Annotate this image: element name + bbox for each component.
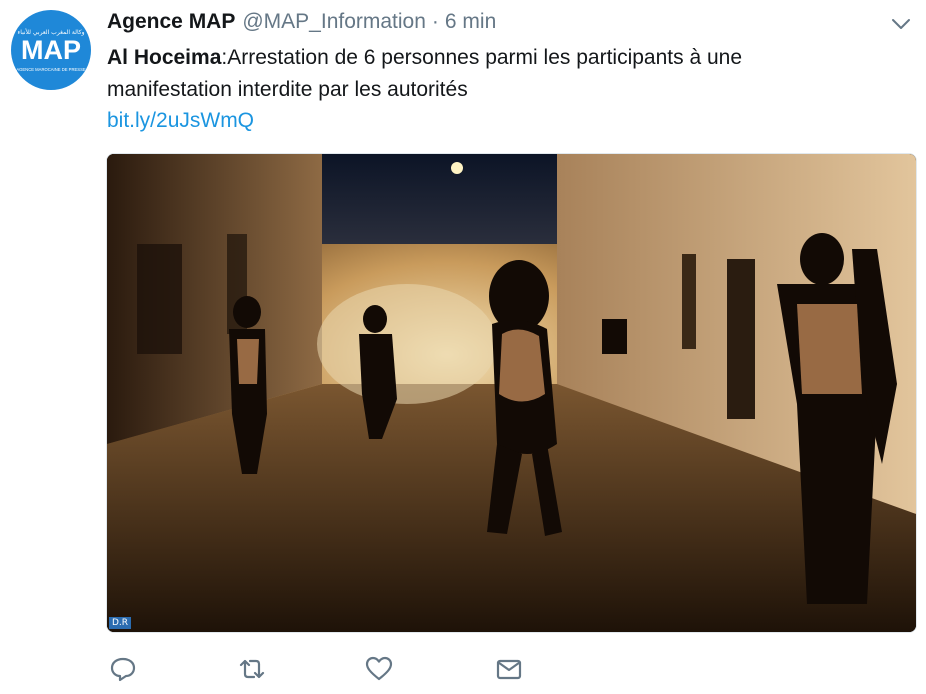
timestamp[interactable]: 6 min bbox=[445, 10, 496, 34]
reply-icon[interactable] bbox=[108, 654, 138, 684]
heart-icon[interactable] bbox=[364, 654, 394, 684]
chevron-down-icon[interactable] bbox=[890, 16, 912, 32]
tweet-place: Al Hoceima bbox=[107, 46, 222, 69]
account-handle[interactable]: @MAP_Information bbox=[242, 10, 426, 34]
media-photo[interactable]: D.R bbox=[106, 153, 917, 633]
tweet-link[interactable]: bit.ly/2uJsWmQ bbox=[107, 107, 254, 135]
photo-scene bbox=[107, 154, 916, 632]
retweet-icon[interactable] bbox=[237, 654, 267, 684]
tweet-text: Al Hoceima:Arrestation de 6 personnes pa… bbox=[107, 42, 807, 106]
avatar-subtitle: AGENCE MAROCAINE DE PRESSE bbox=[16, 67, 86, 72]
account-name[interactable]: Agence MAP bbox=[107, 10, 235, 34]
avatar-logo: MAP bbox=[21, 35, 81, 65]
action-bar bbox=[0, 654, 926, 686]
separator: · bbox=[431, 10, 439, 33]
tweet-header: Agence MAP @MAP_Information · 6 min bbox=[107, 10, 496, 38]
tweet: وكالة المغرب العربي للأنباء MAP AGENCE M… bbox=[0, 0, 926, 694]
photo-credit: D.R bbox=[109, 617, 132, 629]
envelope-icon[interactable] bbox=[494, 654, 524, 684]
avatar[interactable]: وكالة المغرب العربي للأنباء MAP AGENCE M… bbox=[11, 10, 91, 90]
